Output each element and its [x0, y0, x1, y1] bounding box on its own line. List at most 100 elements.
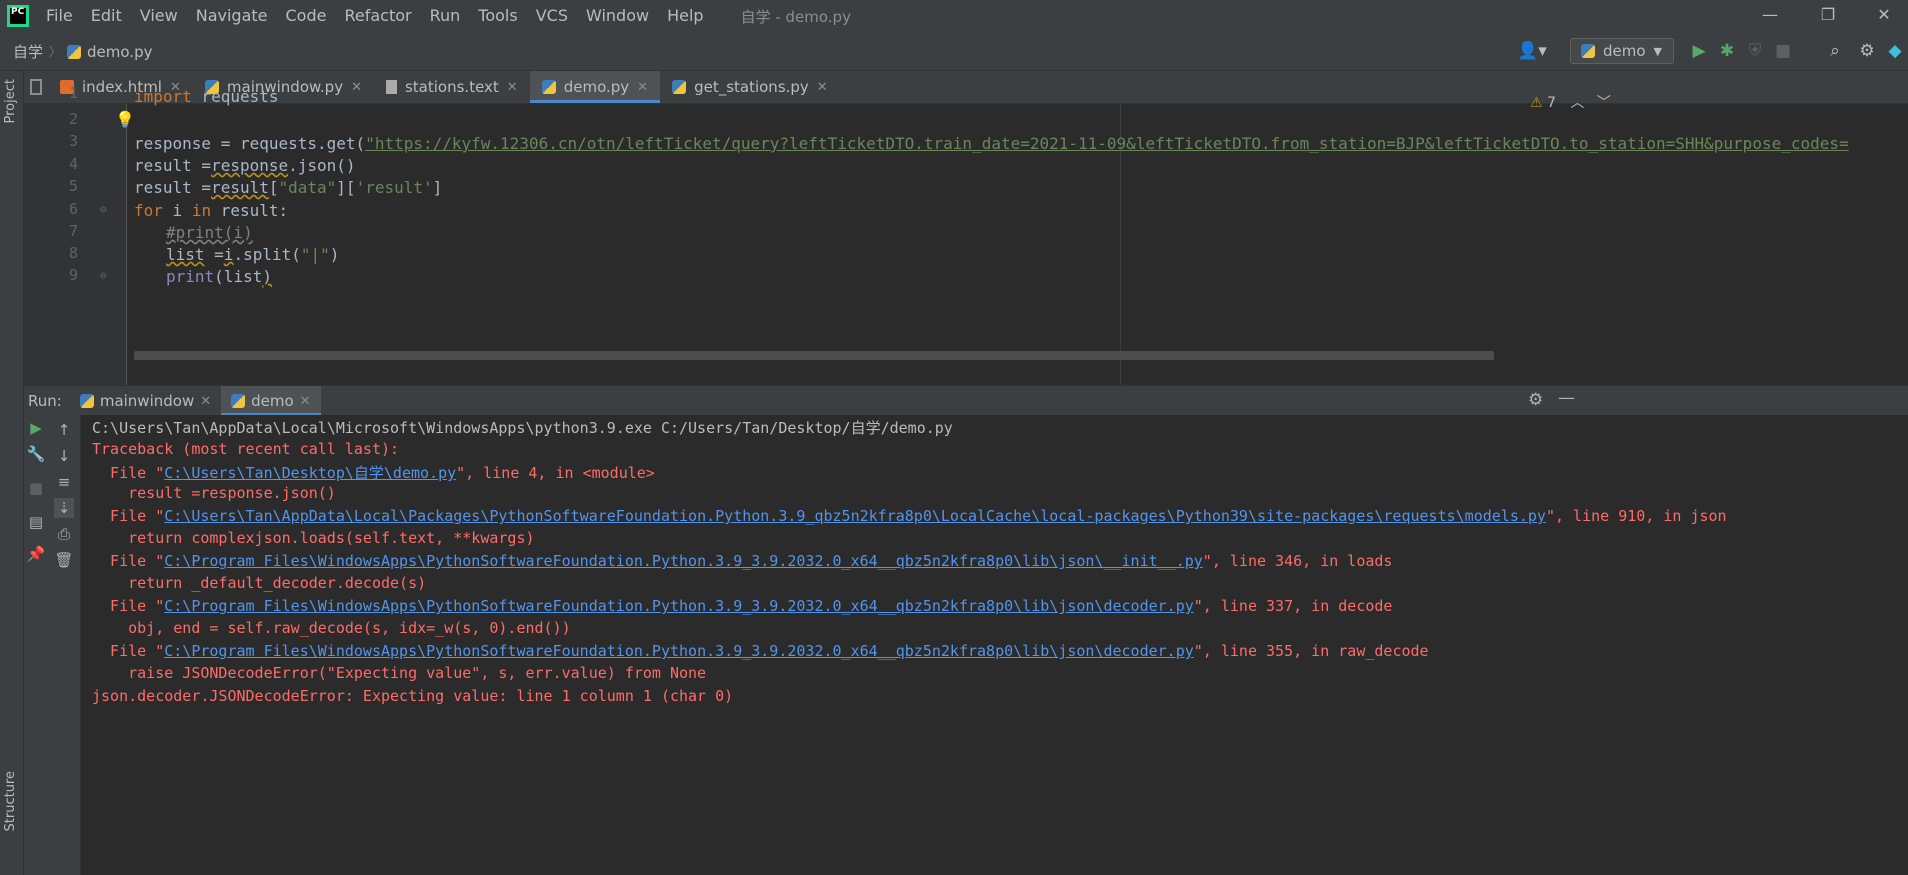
traceback-frame: File "C:\Program Files\WindowsApps\Pytho… [92, 552, 1393, 570]
line-number: 7 [69, 222, 79, 240]
close-tab-icon[interactable]: ✕ [351, 80, 362, 95]
arrow-down-icon[interactable]: ↓ [54, 446, 74, 466]
close-window-button[interactable]: ✕ [1856, 0, 1908, 32]
settings-icon[interactable]: ⚙ [1856, 40, 1878, 62]
close-tab-icon[interactable]: ✕ [200, 394, 211, 409]
rerun-icon[interactable]: ▶ [26, 418, 46, 438]
run-tab-label: demo [251, 392, 294, 410]
menu-run[interactable]: Run [421, 0, 470, 32]
arrow-up-icon[interactable]: ↑ [54, 420, 74, 440]
run-configuration-selector[interactable]: demo ▼ [1570, 38, 1674, 64]
line-number: 8 [69, 244, 79, 262]
chevron-up-icon[interactable]: ︿ [1570, 95, 1584, 111]
fold-icon[interactable]: ⊖ [100, 203, 107, 216]
minimize-button[interactable]: — [1742, 0, 1798, 32]
plugin-logo-icon[interactable]: ◆ [1884, 40, 1906, 62]
file-link[interactable]: C:\Program Files\WindowsApps\PythonSoftw… [164, 642, 1194, 660]
tab-stations-text[interactable]: stations.text ✕ [374, 71, 530, 103]
traceback-header: Traceback (most recent call last): [92, 440, 400, 458]
code-text: i [223, 245, 234, 264]
close-tab-icon[interactable]: ✕ [817, 80, 828, 95]
close-tab-icon[interactable]: ✕ [507, 80, 518, 95]
layout-icon[interactable]: ▤ [26, 512, 46, 532]
menu-window[interactable]: Window [577, 0, 658, 32]
file-link[interactable]: C:\Users\Tan\AppData\Local\Packages\Pyth… [164, 507, 1546, 525]
menu-navigate[interactable]: Navigate [187, 0, 277, 32]
traceback-frame: File "C:\Program Files\WindowsApps\Pytho… [92, 642, 1429, 660]
user-accounts-icon[interactable]: 👤▾ [1514, 40, 1550, 62]
coverage-icon[interactable]: ⛨ [1744, 40, 1766, 62]
maximize-button[interactable]: ❐ [1800, 0, 1856, 32]
run-config-name: demo [1603, 42, 1646, 60]
run-tab-demo[interactable]: demo ✕ [221, 386, 322, 416]
tab-label: get_stations.py [694, 78, 809, 96]
lightbulb-icon[interactable]: 💡 [115, 110, 135, 129]
menu-tools[interactable]: Tools [469, 0, 526, 32]
stop-icon[interactable]: ■ [1772, 40, 1794, 62]
python-file-icon [79, 394, 94, 408]
code-text: .split( [233, 245, 301, 264]
code-text: result = [134, 178, 212, 197]
menu-edit[interactable]: Edit [82, 0, 131, 32]
pycharm-logo-icon: PC [7, 5, 29, 27]
run-icon[interactable]: ▶ [1688, 40, 1710, 62]
file-link[interactable]: C:\Program Files\WindowsApps\PythonSoftw… [164, 552, 1203, 570]
code-line-3: response = requests.get("https://kyfw.12… [134, 134, 1849, 153]
run-tool-header: Run: mainwindow ✕ demo ✕ ⚙ — [24, 385, 1908, 416]
traceback-code: obj, end = self.raw_decode(s, idx=_w(s, … [92, 619, 571, 637]
menu-code[interactable]: Code [277, 0, 336, 32]
file-link[interactable]: C:\Program Files\WindowsApps\PythonSoftw… [164, 597, 1194, 615]
menu-help[interactable]: Help [658, 0, 712, 32]
line-number: 1 [69, 84, 79, 102]
code-text: response = requests.get( [134, 134, 366, 153]
menu-vcs[interactable]: VCS [527, 0, 577, 32]
hide-panel-icon[interactable]: — [1558, 388, 1575, 408]
code-text: [ [268, 178, 279, 197]
tab-get-stations-py[interactable]: get_stations.py ✕ [660, 71, 840, 103]
debug-icon[interactable]: ✱ [1716, 40, 1738, 62]
structure-tool-button[interactable]: Structure [3, 771, 18, 831]
recent-files-icon[interactable] [24, 71, 48, 103]
traceback-code: return complexjson.loads(self.text, **kw… [92, 529, 535, 547]
menu-refactor[interactable]: Refactor [335, 0, 420, 32]
print-icon[interactable]: ⎙ [54, 524, 74, 544]
search-icon[interactable]: ⌕ [1824, 40, 1846, 62]
code-text: result = [134, 156, 212, 175]
keyword: for [134, 201, 163, 220]
code-line-4: result =response.json() [134, 156, 356, 175]
code-line-9: print(list) [166, 267, 272, 286]
trash-icon[interactable]: 🗑 [54, 550, 74, 570]
fold-end-icon[interactable]: ⊖ [100, 269, 107, 282]
wrench-icon[interactable]: 🔧 [26, 444, 46, 464]
tab-label: stations.text [404, 78, 499, 96]
traceback-code: return _default_decoder.decode(s) [92, 574, 427, 592]
line-number: 5 [69, 177, 79, 195]
project-tool-button[interactable]: Project [3, 79, 18, 123]
close-tab-icon[interactable]: ✕ [300, 394, 311, 409]
run-tab-mainwindow[interactable]: mainwindow ✕ [70, 386, 221, 416]
string: "|" [300, 245, 330, 264]
code-line-5: result =result["data"]['result'] [134, 178, 442, 197]
menu-view[interactable]: View [131, 0, 187, 32]
menu-file[interactable]: File [37, 0, 82, 32]
breadcrumb-file[interactable]: demo.py [87, 43, 152, 61]
inspection-widget[interactable]: ⚠ 7 ︿ ﹀ [1530, 92, 1611, 112]
scroll-to-end-icon[interactable]: ⇣ [54, 498, 74, 518]
breadcrumb-project[interactable]: 自学 [13, 41, 43, 62]
line-number: 3 [69, 132, 79, 150]
soft-wrap-icon[interactable]: ≡ [54, 472, 74, 492]
chevron-down-icon[interactable]: ﹀ [1597, 95, 1611, 111]
stop-icon[interactable]: ■ [26, 478, 46, 498]
code-text: response [211, 156, 289, 175]
traceback-frame: File "C:\Program Files\WindowsApps\Pytho… [92, 597, 1393, 615]
traceback-code: result =response.json() [92, 484, 336, 502]
console-output[interactable]: C:\Users\Tan\AppData\Local\Microsoft\Win… [81, 415, 1908, 875]
pin-icon[interactable]: 📌 [26, 544, 46, 564]
settings-icon[interactable]: ⚙ [1528, 390, 1543, 410]
file-link[interactable]: C:\Users\Tan\Desktop\自学\demo.py [164, 464, 456, 482]
tab-demo-py[interactable]: demo.py ✕ [529, 71, 661, 103]
close-tab-icon[interactable]: ✕ [637, 80, 648, 95]
url-string[interactable]: "https://kyfw.12306.cn/otn/leftTicket/qu… [365, 134, 1848, 153]
traceback-frame: File "C:\Users\Tan\AppData\Local\Package… [92, 507, 1727, 525]
horizontal-scrollbar[interactable] [134, 351, 1494, 360]
